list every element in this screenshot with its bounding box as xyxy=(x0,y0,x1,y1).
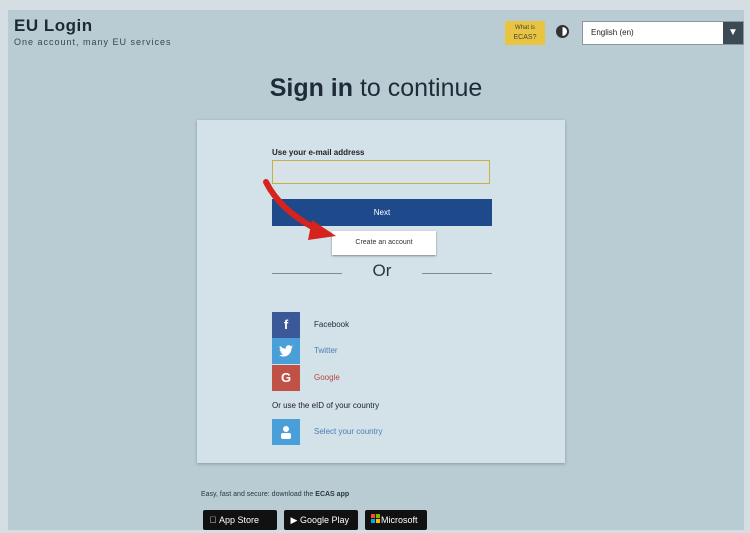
page-title-rest: to continue xyxy=(353,74,483,102)
login-card: Use your e-mail address Next Create an a… xyxy=(197,120,565,463)
ecas-badge-bottom: ECAS? xyxy=(513,34,537,41)
google-play-button[interactable]: ▶ Google Play xyxy=(284,510,358,530)
social-facebook[interactable]: f Facebook xyxy=(272,312,472,338)
next-button[interactable]: Next xyxy=(272,199,492,226)
what-is-ecas-button[interactable]: What is ECAS? xyxy=(505,21,545,45)
language-value: English (en) xyxy=(591,28,634,37)
contrast-toggle-icon[interactable] xyxy=(556,25,569,38)
language-select[interactable]: English (en) ▼ xyxy=(582,21,744,45)
divider-line-right xyxy=(422,273,492,274)
brand: EU Login One account, many EU services xyxy=(14,16,172,47)
twitter-icon xyxy=(272,338,300,364)
social-twitter[interactable]: Twitter xyxy=(272,338,472,364)
social-google-label: Google xyxy=(314,373,340,382)
play-icon: ▶ xyxy=(290,515,298,525)
microsoft-label: Microsoft xyxy=(381,515,418,525)
eid-label: Or use the eID of your country xyxy=(272,401,380,410)
browser-viewport: EU Login One account, many EU services W… xyxy=(8,10,744,530)
social-facebook-label: Facebook xyxy=(314,320,350,329)
apple-icon:  xyxy=(207,510,219,530)
app-promo-text: Easy, fast and secure: download the ECAS… xyxy=(201,491,349,498)
app-promo-prefix: Easy, fast and secure: download the xyxy=(201,491,316,498)
ecas-badge-top: What is xyxy=(514,25,535,31)
windows-icon xyxy=(369,510,381,530)
eid-country-link: Select your country xyxy=(314,427,383,436)
page-title: Sign in to continue xyxy=(8,74,744,103)
app-store-button[interactable]: App Store xyxy=(203,510,277,530)
social-twitter-label: Twitter xyxy=(314,346,338,355)
social-google[interactable]: G Google xyxy=(272,365,472,391)
facebook-icon: f xyxy=(272,312,300,338)
app-promo-bold: ECAS app xyxy=(315,491,350,498)
eid-country-select[interactable]: Select your country xyxy=(272,419,472,445)
email-label: Use your e-mail address xyxy=(272,148,365,157)
app-store-label: App Store xyxy=(219,515,260,525)
brand-title: EU Login xyxy=(14,16,93,35)
page-title-bold: Sign in xyxy=(269,74,354,102)
google-play-label: Google Play xyxy=(300,515,350,525)
google-icon: G xyxy=(272,365,300,391)
or-divider: Or xyxy=(272,258,492,288)
or-text: Or xyxy=(372,261,392,280)
microsoft-store-button[interactable]: Microsoft xyxy=(365,510,427,530)
chevron-down-icon[interactable]: ▼ xyxy=(723,22,743,44)
brand-subtitle: One account, many EU services xyxy=(14,37,172,47)
create-account-button[interactable]: Create an account xyxy=(332,231,436,255)
email-field[interactable] xyxy=(272,160,490,184)
person-icon xyxy=(272,419,300,445)
